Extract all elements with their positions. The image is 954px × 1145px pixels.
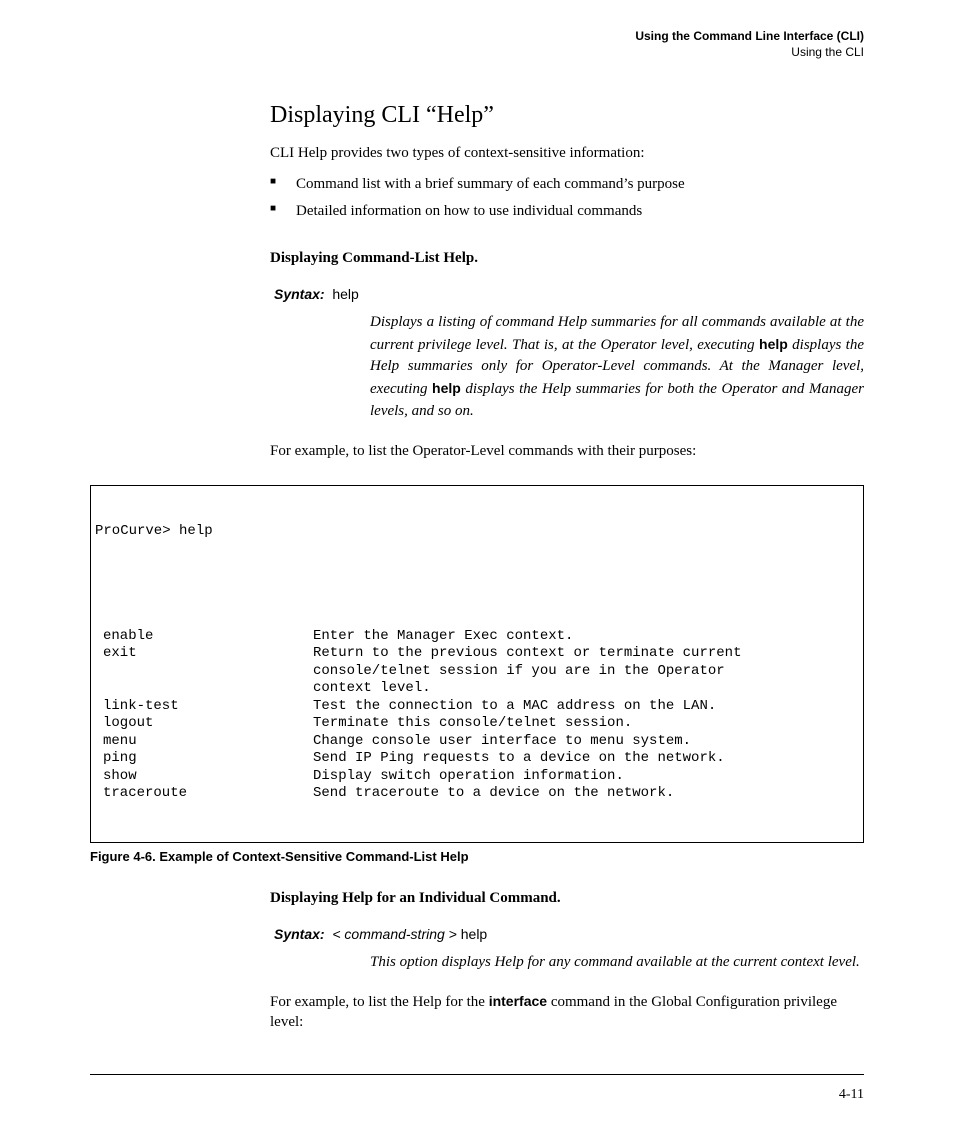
example-lead-1: For example, to list the Operator-Level …	[270, 441, 864, 461]
terminal-desc: Enter the Manager Exec context.	[313, 628, 859, 646]
bullet-item: Detailed information on how to use indiv…	[270, 201, 864, 222]
terminal-cmd: show	[95, 768, 313, 786]
bullet-item: Command list with a brief summary of eac…	[270, 174, 864, 195]
terminal-row: tracerouteSend traceroute to a device on…	[95, 785, 859, 803]
syntax-label: Syntax:	[274, 286, 325, 302]
section-title: Displaying CLI “Help”	[270, 102, 864, 129]
running-head: Using the Command Line Interface (CLI) U…	[90, 28, 864, 60]
terminal-desc: Send traceroute to a device on the netwo…	[313, 785, 859, 803]
terminal-desc: console/telnet session if you are in the…	[313, 663, 859, 681]
terminal-desc: Change console user interface to menu sy…	[313, 733, 859, 751]
running-head-line1: Using the Command Line Interface (CLI)	[90, 28, 864, 44]
terminal-desc: Send IP Ping requests to a device on the…	[313, 750, 859, 768]
terminal-row: logoutTerminate this console/telnet sess…	[95, 715, 859, 733]
figure-caption: Figure 4-6. Example of Context-Sensitive…	[90, 849, 864, 864]
terminal-cmd: traceroute	[95, 785, 313, 803]
terminal-cmd	[95, 663, 313, 681]
text: For example, to list the Help for the	[270, 994, 489, 1010]
example-lead-2: For example, to list the Help for the in…	[270, 992, 864, 1033]
bullet-list: Command list with a brief summary of eac…	[270, 174, 864, 222]
syntax-block-1: Syntax: help	[274, 286, 864, 302]
syntax-value: help	[461, 926, 487, 942]
terminal-output: ProCurve> help enableEnter the Manager E…	[90, 485, 864, 843]
terminal-row: showDisplay switch operation information…	[95, 768, 859, 786]
page: Using the Command Line Interface (CLI) U…	[0, 0, 954, 1145]
terminal-prompt: ProCurve> help	[95, 523, 213, 541]
keyword: help	[432, 380, 461, 396]
lower-content: Displaying Help for an Individual Comman…	[270, 888, 864, 1033]
terminal-cmd: link-test	[95, 698, 313, 716]
terminal-desc: Terminate this console/telnet session.	[313, 715, 859, 733]
footer-rule	[90, 1074, 864, 1075]
terminal-cmd: logout	[95, 715, 313, 733]
terminal-cmd: exit	[95, 645, 313, 663]
terminal-cmd	[95, 680, 313, 698]
intro-text: CLI Help provides two types of context-s…	[270, 143, 864, 163]
terminal-cmd: ping	[95, 750, 313, 768]
terminal-row: menuChange console user interface to men…	[95, 733, 859, 751]
terminal-cmd: enable	[95, 628, 313, 646]
description-1: Displays a listing of command Help summa…	[370, 312, 864, 423]
page-number: 4-11	[839, 1087, 864, 1103]
terminal-desc: Test the connection to a MAC address on …	[313, 698, 859, 716]
terminal-cmd: menu	[95, 733, 313, 751]
main-content: Displaying CLI “Help” CLI Help provides …	[270, 102, 864, 461]
terminal-row: pingSend IP Ping requests to a device on…	[95, 750, 859, 768]
syntax-arg: < command-string >	[332, 926, 457, 942]
terminal-row: console/telnet session if you are in the…	[95, 663, 859, 681]
subheading-1: Displaying Command-List Help.	[270, 248, 864, 268]
terminal-row: exitReturn to the previous context or te…	[95, 645, 859, 663]
description-2: This option displays Help for any comman…	[370, 952, 864, 974]
syntax-label: Syntax:	[274, 926, 325, 942]
subheading-2: Displaying Help for an Individual Comman…	[270, 888, 864, 908]
terminal-desc: Display switch operation information.	[313, 768, 859, 786]
running-head-line2: Using the CLI	[90, 44, 864, 60]
syntax-block-2: Syntax: < command-string > help	[274, 926, 864, 942]
terminal-desc: context level.	[313, 680, 859, 698]
terminal-row: enableEnter the Manager Exec context.	[95, 628, 859, 646]
keyword: interface	[489, 993, 547, 1009]
terminal-row: link-testTest the connection to a MAC ad…	[95, 698, 859, 716]
terminal-desc: Return to the previous context or termin…	[313, 645, 859, 663]
syntax-value: help	[332, 286, 358, 302]
keyword: help	[759, 336, 788, 352]
terminal-row: context level.	[95, 680, 859, 698]
